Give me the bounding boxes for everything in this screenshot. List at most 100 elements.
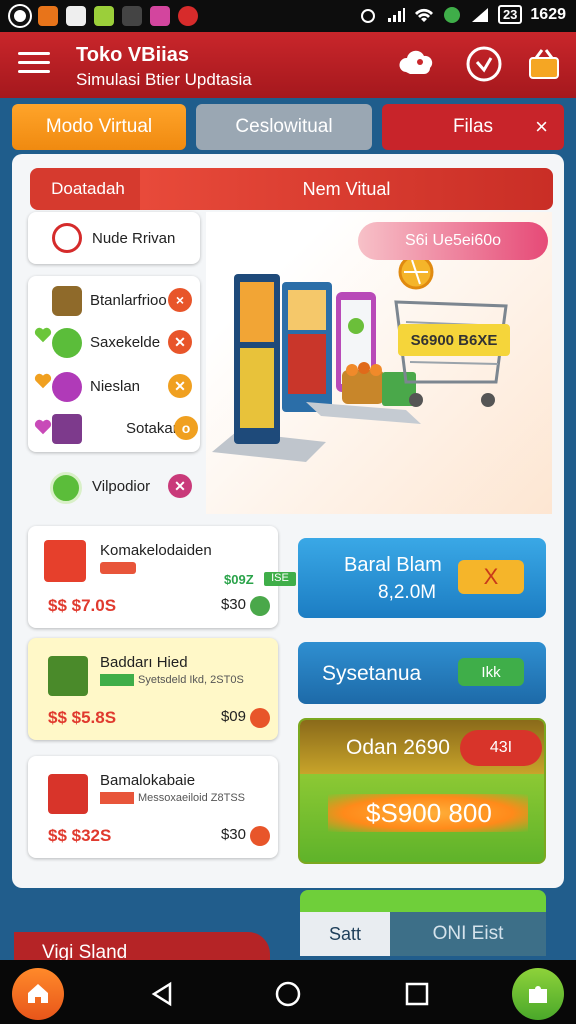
wifi-icon bbox=[414, 8, 433, 22]
section-tab-doatadah[interactable]: Doatadah bbox=[30, 168, 146, 210]
grid-app-button[interactable] bbox=[512, 968, 564, 1020]
tag-app-icon bbox=[122, 6, 142, 26]
gift-box-icon bbox=[44, 540, 86, 582]
gift-box-icon bbox=[48, 656, 88, 696]
puzzle-icon bbox=[529, 986, 547, 1003]
close-badge-icon[interactable]: ✕ bbox=[168, 374, 192, 398]
product-name: Baddarı Hied bbox=[100, 654, 188, 671]
battery-indicator: 23 bbox=[497, 5, 523, 24]
menu-item-vilpodior[interactable]: Vilpodior ✕ bbox=[28, 464, 200, 508]
barrel-icon bbox=[52, 286, 82, 316]
basket-icon[interactable] bbox=[524, 44, 564, 84]
signal-icon bbox=[387, 7, 405, 22]
menu-item-label: Sotakan bbox=[126, 420, 182, 437]
home-icon[interactable] bbox=[274, 980, 302, 1008]
status-bar: 23 1629 bbox=[0, 0, 576, 32]
app-header: Toko VBiias Simulasi Btier Updtasia bbox=[0, 32, 576, 98]
heart-orange-icon bbox=[34, 373, 52, 389]
promo-pill[interactable]: S6i Ue5ei60o bbox=[358, 222, 548, 260]
product-card[interactable]: Komakelodaiden $09Z ISE $$ $7.0S $30 bbox=[28, 526, 296, 628]
close-badge-icon[interactable]: × bbox=[168, 288, 192, 312]
back-icon[interactable] bbox=[148, 980, 176, 1008]
tile-title: Odan 2690 bbox=[346, 736, 450, 759]
product-name: Komakelodaiden bbox=[100, 542, 212, 559]
product-small-price: $30 bbox=[220, 826, 246, 843]
tile-odan[interactable]: Odan 2690 43I $S900 800 bbox=[298, 718, 546, 864]
menu-item-label: Nieslan bbox=[90, 378, 141, 395]
product-card[interactable]: Bamalokabaie Messoxaeiloid Z8TSS $$ $32S… bbox=[28, 756, 278, 858]
menu-item-btanlarfrioo[interactable]: Btanlarfrioo × bbox=[28, 280, 200, 320]
hero-price-tag: S6900 B6XE bbox=[398, 324, 510, 356]
house-icon bbox=[28, 984, 48, 1003]
pink-app-icon bbox=[150, 6, 170, 26]
status-badge-icon[interactable]: o bbox=[174, 416, 198, 440]
product-tag bbox=[100, 792, 134, 804]
app-title: Toko VBiias bbox=[76, 44, 189, 66]
menu-item-label: Btanlarfrioo bbox=[90, 292, 167, 309]
orange-app-icon bbox=[38, 6, 58, 26]
red-app-icon bbox=[178, 6, 198, 26]
tile-action-button[interactable]: Ikk bbox=[458, 658, 524, 686]
tile-title: Baral Blam bbox=[344, 554, 442, 576]
heart-green-icon bbox=[34, 327, 52, 343]
record-icon bbox=[10, 6, 30, 26]
menu-icon[interactable] bbox=[18, 52, 50, 76]
recents-icon[interactable] bbox=[404, 980, 430, 1008]
tab-filas[interactable]: Filas × bbox=[382, 104, 564, 150]
menu-group: Btanlarfrioo × Saxekelde ✕ Nieslan ✕ Sot… bbox=[28, 276, 200, 452]
product-price: $$ $7.0S bbox=[48, 596, 117, 615]
status-icon bbox=[250, 708, 270, 728]
home-app-icon bbox=[94, 6, 114, 26]
bug-icon bbox=[360, 8, 375, 23]
menu-item-nieslan[interactable]: Nieslan ✕ bbox=[28, 366, 200, 406]
tile-baral-blam[interactable]: Baral Blam 8,2.0M X bbox=[298, 538, 546, 618]
menu-item-label: Saxekelde bbox=[90, 334, 161, 351]
product-green-tag: ISE bbox=[264, 572, 296, 586]
close-badge-icon[interactable]: ✕ bbox=[168, 474, 192, 498]
home-app-button[interactable] bbox=[12, 968, 64, 1020]
clock-icon[interactable] bbox=[464, 44, 504, 84]
product-price: $$ $32S bbox=[48, 826, 112, 845]
tile-action-button[interactable]: X bbox=[458, 560, 524, 594]
tile-badge[interactable]: 43I bbox=[460, 730, 542, 766]
clock: 1629 bbox=[530, 5, 566, 23]
product-name: Bamalokabaie bbox=[100, 772, 196, 789]
signal-2-icon bbox=[471, 7, 488, 22]
tile-value: $S900 800 bbox=[366, 798, 492, 828]
app-subtitle: Simulasi Btier Updtasia bbox=[76, 70, 252, 89]
status-icon bbox=[250, 826, 270, 846]
leaf-icon bbox=[52, 328, 82, 358]
close-badge-icon[interactable]: ✕ bbox=[168, 330, 192, 354]
product-card[interactable]: Baddarı Hied Syetsdeld Ikd, 2ST0S $$ $5.… bbox=[28, 638, 278, 740]
menu-item-label: Nude Rrivan bbox=[92, 230, 176, 247]
menu-item-saxekelde[interactable]: Saxekelde ✕ bbox=[28, 322, 200, 362]
section-tab-nem-vitual[interactable]: Nem Vitual bbox=[140, 168, 553, 210]
close-icon[interactable]: × bbox=[535, 114, 548, 140]
box-icon bbox=[52, 414, 82, 444]
menu-item-label: Vilpodior bbox=[92, 478, 151, 495]
tile-title: Sysetanua bbox=[322, 662, 422, 685]
menu-item-sotakan[interactable]: Sotakan o bbox=[28, 408, 200, 448]
cloud-icon[interactable] bbox=[398, 44, 438, 84]
sync-icon bbox=[443, 6, 460, 23]
shopping-illustration bbox=[212, 254, 508, 462]
menu-item-nude-rrivan[interactable]: Nude Rrivan bbox=[28, 212, 200, 264]
tile-value: 8,2.0M bbox=[378, 582, 437, 603]
bottom-green-tab[interactable] bbox=[300, 890, 546, 912]
product-subtitle: Messoxaeiloid Z8TSS bbox=[138, 792, 245, 804]
record-red-icon bbox=[52, 223, 82, 253]
tab-ceslowitual[interactable]: Ceslowitual bbox=[196, 104, 372, 150]
bottom-mid-tab[interactable]: Satt bbox=[300, 912, 390, 956]
bottom-right-tab[interactable]: ONI Eist bbox=[390, 912, 546, 956]
tab-modo-virtual[interactable]: Modo Virtual bbox=[12, 104, 186, 150]
tile-sysetanua[interactable]: Sysetanua Ikk bbox=[298, 642, 546, 704]
product-price: $$ $5.8S bbox=[48, 708, 117, 727]
list-icon bbox=[50, 472, 82, 504]
heart-purple-icon bbox=[34, 419, 52, 435]
product-badge-price: $09Z bbox=[224, 572, 254, 587]
gift-box-icon bbox=[48, 774, 88, 814]
product-tag bbox=[100, 674, 134, 686]
tab-filas-label: Filas bbox=[452, 116, 494, 137]
product-small-price: $09 bbox=[220, 708, 246, 725]
product-small-price: $30 bbox=[220, 596, 246, 613]
